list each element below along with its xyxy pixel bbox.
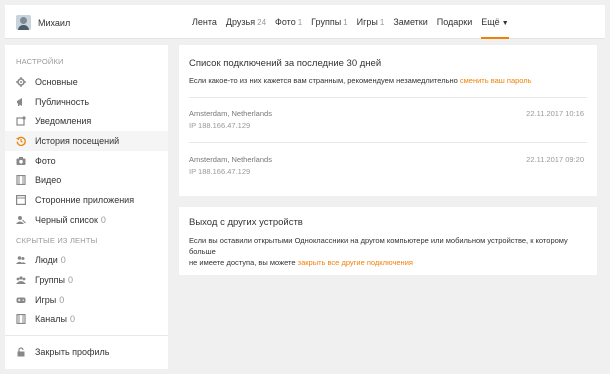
avatar[interactable] (16, 15, 31, 30)
sidebar-item-label: Публичность (35, 96, 90, 107)
sidebar-item-label: Фото (35, 155, 56, 166)
nav-item-label: Заметки (393, 17, 428, 27)
sidebar-item-label: Люди (35, 255, 58, 266)
logout-text-line1: Если вы оставили открытыми Одноклассники… (189, 236, 568, 256)
divider (189, 142, 587, 143)
logout-text-line2: не имеете доступа, вы можете (189, 258, 298, 267)
history-icon (16, 136, 26, 146)
lock-icon (16, 347, 26, 357)
sidebar-item-video[interactable]: Видео (5, 170, 168, 190)
profile-name[interactable]: Михаил (38, 18, 70, 28)
gear-icon (16, 76, 26, 87)
nav-item-label: Игры (356, 17, 378, 27)
nav-item-count: 24 (257, 18, 267, 27)
session-datetime: 22.11.2017 09:20 (526, 155, 584, 164)
nav-item-feed[interactable]: Лента (192, 5, 217, 39)
people-icon (16, 255, 26, 265)
nav-item-count: 1 (297, 18, 303, 27)
sidebar-item-history[interactable]: История посещений (5, 131, 168, 151)
sidebar-item-hidden-people[interactable]: Люди 0 (5, 251, 168, 271)
top-navigation-bar: Михаил Лента Друзья 24 Фото 1 Группы 1 Игры… (5, 5, 605, 39)
nav-item-label: Подарки (436, 17, 473, 27)
change-password-link[interactable]: сменить ваш пароль (460, 76, 532, 85)
sidebar-item-label: Сторонние приложения (35, 194, 135, 205)
main-nav: Лента Друзья 24 Фото 1 Группы 1 Игры 1 Замет… (192, 5, 518, 39)
nav-item-label: Ещё (481, 17, 500, 27)
session-ip: IP 188.166.47.129 (189, 167, 251, 176)
sessions-card: Список подключений за последние 30 дней … (179, 45, 597, 196)
camera-icon (16, 156, 26, 166)
sidebar-item-label: Уведомления (35, 116, 92, 127)
sidebar-item-label: Видео (35, 175, 62, 186)
chevron-down-icon: ▼ (501, 20, 509, 27)
sidebar-item-general[interactable]: Основные (5, 72, 168, 92)
megaphone-icon (16, 97, 26, 107)
sidebar-item-count: 0 (100, 214, 106, 225)
logout-title: Выход с других устройств (189, 217, 303, 228)
nav-item-groups[interactable]: Группы 1 (311, 5, 347, 39)
logout-text: Если вы оставили открытыми Одноклассники… (189, 235, 587, 268)
sidebar-item-label: Основные (35, 76, 78, 87)
nav-item-label: Группы (311, 17, 342, 27)
sessions-note-text: Если какое-то из них кажется вам странны… (189, 76, 460, 85)
sidebar-item-label: Игры (35, 294, 57, 305)
nav-item-label: Фото (275, 17, 296, 27)
sidebar-divider (5, 335, 168, 337)
channels-icon (16, 314, 26, 325)
sidebar-item-hidden-channels[interactable]: Каналы 0 (5, 310, 168, 330)
nav-item-label: Лента (192, 17, 217, 27)
nav-item-games[interactable]: Игры 1 (357, 5, 385, 39)
sidebar-item-hidden-groups[interactable]: Группы 0 (5, 270, 168, 290)
sidebar-heading-settings: НАСТРОЙКИ (16, 57, 64, 66)
settings-sidebar: НАСТРОЙКИ Основные Публичность Уведомлен… (5, 45, 168, 369)
sidebar-item-blacklist[interactable]: Черный список 0 (5, 210, 168, 230)
close-profile-link[interactable]: Закрыть профиль (5, 342, 168, 362)
sessions-note: Если какое-то из них кажется вам странны… (189, 75, 587, 86)
sidebar-heading-hidden: СКРЫТЫЕ ИЗ ЛЕНТЫ (16, 235, 98, 245)
nav-item-photo[interactable]: Фото 1 (275, 5, 302, 39)
sidebar-item-count: 0 (59, 294, 65, 305)
nav-item-friends[interactable]: Друзья 24 (226, 5, 266, 39)
sidebar-item-count: 0 (68, 275, 74, 286)
sidebar-item-photo[interactable]: Фото (5, 151, 168, 171)
groups-icon (16, 275, 26, 285)
sidebar-item-label: Закрыть профиль (35, 347, 110, 358)
notification-icon (16, 116, 26, 126)
sessions-title: Список подключений за последние 30 дней (189, 58, 382, 69)
divider (189, 97, 587, 98)
logout-other-devices-card: Выход с других устройств Если вы оставил… (179, 207, 597, 275)
nav-item-gifts[interactable]: Подарки (437, 5, 473, 39)
sidebar-item-count: 0 (69, 314, 75, 325)
session-ip: IP 188.166.47.129 (189, 121, 251, 130)
sidebar-item-count: 0 (60, 255, 66, 266)
nav-item-count: 1 (343, 18, 348, 27)
sidebar-item-label: Группы (35, 275, 65, 286)
nav-item-more[interactable]: Ещё ▼ (481, 5, 509, 39)
sidebar-item-label: Черный список (35, 214, 98, 225)
sidebar-item-notifications[interactable]: Уведомления (5, 111, 168, 131)
apps-icon (16, 194, 26, 205)
nav-item-label: Друзья (225, 17, 256, 27)
games-icon (16, 295, 26, 305)
session-location: Amsterdam, Netherlands (189, 155, 272, 164)
nav-item-count: 1 (379, 18, 385, 27)
sidebar-item-hidden-games[interactable]: Игры 0 (5, 290, 168, 310)
close-all-sessions-link[interactable]: закрыть все другие подключения (298, 258, 413, 267)
nav-item-notes[interactable]: Заметки (393, 5, 427, 39)
sidebar-item-publicity[interactable]: Публичность (5, 92, 168, 112)
sidebar-item-apps[interactable]: Сторонние приложения (5, 190, 168, 210)
sidebar-item-label: История посещений (35, 135, 120, 146)
session-location: Amsterdam, Netherlands (189, 109, 272, 118)
profile-link[interactable]: Михаил (16, 15, 70, 30)
blacklist-icon (16, 215, 26, 225)
sidebar-item-label: Каналы (35, 314, 67, 325)
film-icon (16, 175, 26, 186)
session-datetime: 22.11.2017 10:16 (526, 109, 584, 118)
